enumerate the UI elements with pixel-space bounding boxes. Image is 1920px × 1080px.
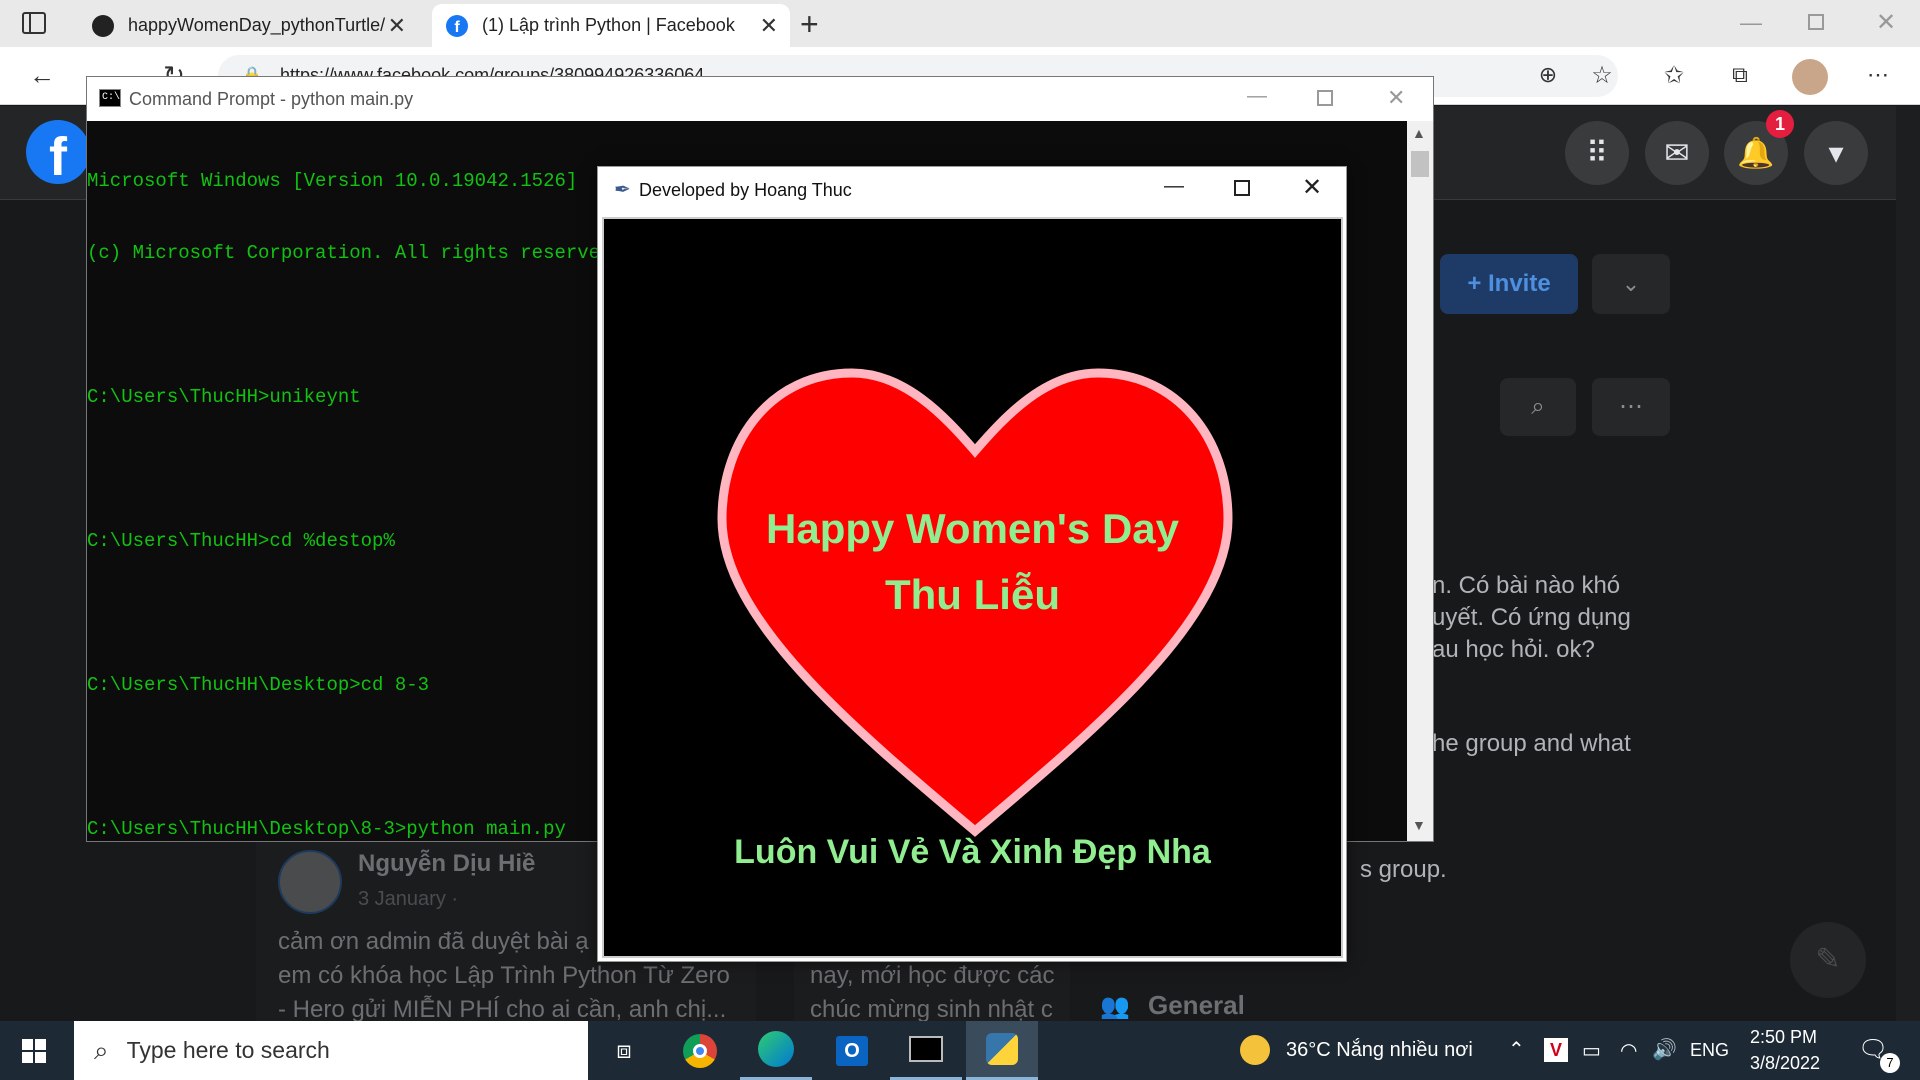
minimize-icon[interactable]: — — [1164, 175, 1184, 198]
outlook-icon[interactable]: O — [816, 1021, 888, 1080]
close-window-icon[interactable]: ✕ — [1876, 8, 1896, 37]
turtle-title: Developed by Hoang Thuc — [639, 180, 852, 200]
messenger-icon[interactable]: ✉ — [1645, 121, 1709, 185]
close-icon[interactable]: ✕ — [1302, 173, 1322, 202]
account-dropdown-icon[interactable]: ▾ — [1804, 121, 1868, 185]
collections-icon[interactable]: ⧉ — [1724, 59, 1756, 91]
post-text: em có khóa học Lập Trình Python Từ Zero — [278, 962, 730, 989]
close-icon[interactable]: ✕ — [760, 13, 778, 39]
volume-icon[interactable]: 🔊 — [1652, 1037, 1677, 1062]
turtle-canvas: Happy Women's Day Thu Liễu Luôn Vui Vẻ V… — [602, 217, 1343, 958]
vietkey-icon[interactable]: V — [1544, 1038, 1568, 1062]
tab-title: happyWomenDay_pythonTurtle/ — [128, 15, 386, 35]
scroll-up-icon[interactable]: ▲ — [1412, 125, 1426, 141]
about-line: au học hỏi. ok? — [1432, 636, 1595, 663]
tab-facebook[interactable]: f (1) Lập trình Python | Facebook ✕ — [432, 4, 790, 47]
zoom-icon[interactable]: ⊕ — [1532, 59, 1564, 91]
cmd-title: Command Prompt - python main.py — [129, 89, 414, 109]
search-icon: ⌕ — [94, 1034, 109, 1065]
add-favorite-icon[interactable]: ☆ — [1586, 59, 1618, 91]
github-icon — [92, 14, 114, 37]
tab-title: (1) Lập trình Python | Facebook — [482, 15, 735, 35]
compose-icon[interactable]: ✎ — [1790, 922, 1866, 998]
scroll-thumb[interactable] — [1411, 151, 1429, 177]
close-icon[interactable]: ✕ — [388, 13, 406, 39]
python-icon[interactable] — [966, 1021, 1038, 1080]
tab-actions-icon[interactable] — [22, 12, 46, 34]
weather-text[interactable]: 36°C Nắng nhiều nơi — [1286, 1039, 1473, 1062]
post-text: nay, mới học được các — [810, 962, 1055, 989]
task-view-icon[interactable]: ⧈ — [588, 1021, 660, 1080]
group-text: he group and what — [1432, 730, 1631, 757]
language-indicator[interactable]: ENG — [1690, 1040, 1729, 1061]
notification-count-badge: 7 — [1880, 1053, 1900, 1073]
facebook-icon: f — [446, 14, 468, 37]
search-placeholder: Type here to search — [126, 1037, 330, 1063]
profile-avatar[interactable] — [1792, 59, 1828, 95]
heading-text: Happy Women's Day — [766, 505, 1179, 552]
minimize-icon[interactable]: — — [1247, 85, 1267, 108]
scroll-down-icon[interactable]: ▼ — [1412, 817, 1426, 833]
turtle-window[interactable]: ✒ Developed by Hoang Thuc — ✕ Happy Wome… — [597, 166, 1347, 962]
maximize-icon[interactable] — [1317, 90, 1333, 106]
tab-github[interactable]: happyWomenDay_pythonTurtle/ ✕ — [78, 4, 418, 47]
new-tab-button[interactable]: + — [800, 6, 819, 43]
post-text: cảm ơn admin đã duyệt bài ạ — [278, 928, 589, 955]
clock-date[interactable]: 3/8/2022 — [1750, 1053, 1820, 1074]
edge-icon[interactable] — [740, 1021, 812, 1080]
restore-icon[interactable] — [1808, 14, 1824, 30]
chevron-up-icon[interactable]: ⌃ — [1508, 1037, 1525, 1062]
battery-icon[interactable]: ▭ — [1582, 1038, 1601, 1063]
clock-time[interactable]: 2:50 PM — [1750, 1027, 1817, 1048]
invite-button[interactable]: + Invite — [1440, 254, 1578, 314]
feather-icon: ✒ — [614, 179, 631, 201]
post-text: chúc mừng sinh nhật c — [810, 996, 1053, 1023]
name-text: Thu Liễu — [885, 571, 1060, 618]
more-icon[interactable]: ⋯ — [1592, 378, 1670, 436]
more-icon[interactable]: ⋯ — [1862, 59, 1894, 91]
post-text: - Hero gửi MIỄN PHÍ cho ai cần, anh chị.… — [278, 996, 727, 1023]
maximize-icon[interactable] — [1234, 180, 1250, 196]
favorites-icon[interactable]: ✩ — [1658, 59, 1690, 91]
wish-text: Luôn Vui Vẻ Và Xinh Đẹp Nha — [734, 833, 1211, 871]
cmd-icon: C:\ — [99, 89, 121, 107]
back-icon[interactable]: ← — [26, 59, 58, 91]
about-line: uyết. Có ứng dụng — [1432, 604, 1631, 631]
weather-icon[interactable] — [1240, 1035, 1270, 1065]
more-options-button[interactable]: ⌄ — [1592, 254, 1670, 314]
taskbar-search[interactable]: ⌕ Type here to search — [74, 1021, 588, 1080]
section-label[interactable]: General — [1148, 990, 1245, 1021]
browser-tab-strip: happyWomenDay_pythonTurtle/ ✕ f (1) Lập … — [0, 0, 1920, 47]
people-icon: 👥 — [1100, 993, 1130, 1020]
windows-start-icon[interactable] — [22, 1039, 46, 1063]
wifi-icon[interactable]: ◠ — [1620, 1038, 1637, 1063]
minimize-icon[interactable]: — — [1740, 10, 1762, 36]
taskbar: ⌕ Type here to search ⧈ O 36°C Nắng nhiề… — [0, 1021, 1920, 1080]
post-date[interactable]: 3 January · — [358, 888, 458, 911]
search-icon[interactable]: ⌕ — [1500, 378, 1576, 436]
page-scrollbar[interactable] — [1896, 106, 1920, 1021]
terminal-icon[interactable] — [890, 1021, 962, 1080]
menu-grid-icon[interactable]: ⠿ — [1565, 121, 1629, 185]
cmd-scrollbar[interactable]: ▲ ▼ — [1407, 121, 1433, 841]
chrome-icon[interactable] — [664, 1021, 736, 1080]
facebook-logo[interactable]: f — [26, 120, 90, 187]
cmd-titlebar[interactable]: C:\ Command Prompt - python main.py — ✕ — [87, 77, 1433, 121]
close-icon[interactable]: ✕ — [1387, 85, 1405, 111]
about-line: n. Có bài nào khó — [1432, 572, 1621, 599]
notification-badge: 1 — [1766, 110, 1794, 138]
